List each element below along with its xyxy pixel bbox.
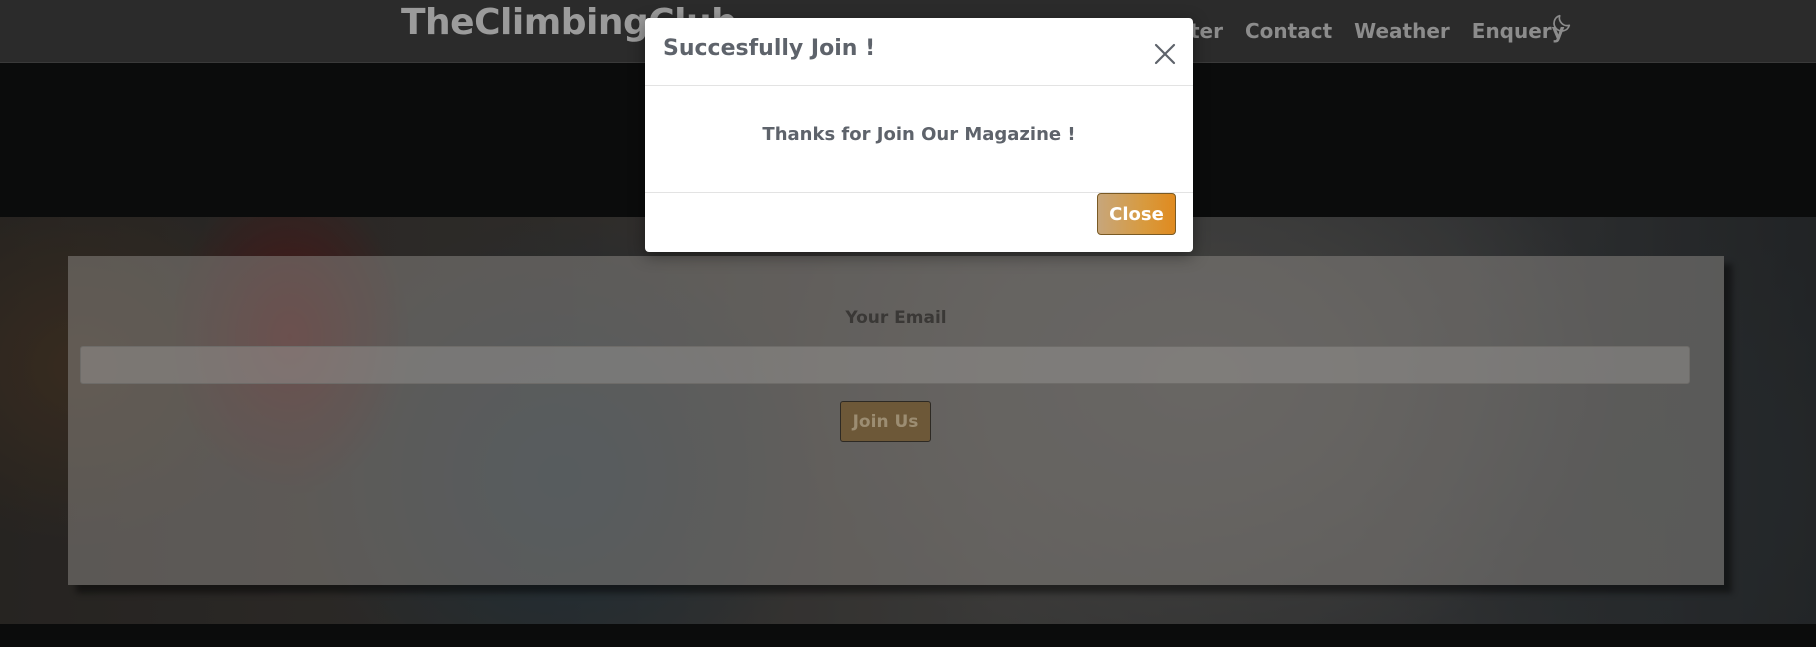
email-input[interactable] bbox=[80, 346, 1690, 384]
modal-message: Thanks for Join Our Magazine ! bbox=[762, 124, 1076, 145]
moon-icon[interactable] bbox=[1551, 12, 1573, 34]
nav-link-contact[interactable]: Contact bbox=[1245, 19, 1332, 43]
close-button[interactable]: Close bbox=[1097, 193, 1176, 235]
join-us-button[interactable]: Join Us bbox=[840, 401, 931, 442]
success-modal: Succesfully Join ! Thanks for Join Our M… bbox=[645, 18, 1193, 252]
footer-band bbox=[0, 624, 1816, 647]
modal-header: Succesfully Join ! bbox=[645, 18, 1193, 86]
modal-body: Thanks for Join Our Magazine ! bbox=[645, 86, 1193, 193]
hero-climbing-image: Your Email Join Us bbox=[0, 217, 1816, 624]
newsletter-form: Your Email Join Us bbox=[68, 256, 1724, 585]
modal-title: Succesfully Join ! bbox=[663, 36, 876, 61]
nav-link-weather[interactable]: Weather bbox=[1354, 19, 1450, 43]
nav-links: ter Contact Weather Enquery bbox=[1190, 19, 1587, 43]
nav-link-newsletter[interactable]: ter bbox=[1190, 19, 1223, 43]
close-icon[interactable] bbox=[1153, 42, 1177, 66]
email-label: Your Email bbox=[845, 308, 947, 328]
